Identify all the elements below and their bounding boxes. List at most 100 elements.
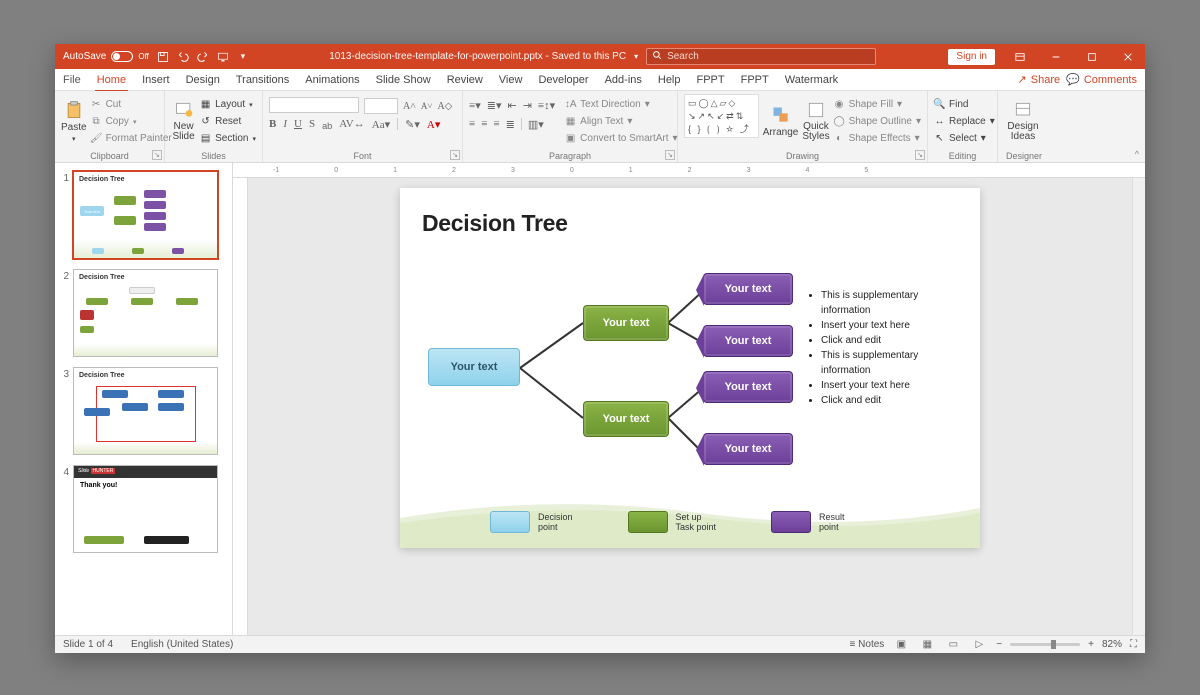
notes-button[interactable]: ≡ Notes	[850, 639, 885, 650]
search-input[interactable]	[667, 51, 870, 62]
text-direction-button[interactable]: ↕AText Direction ▾	[565, 97, 677, 112]
tab-file[interactable]: File	[55, 69, 89, 91]
sorter-view-icon[interactable]: ▦	[918, 638, 936, 652]
clear-formatting-icon[interactable]: A◇	[437, 101, 452, 112]
change-case-button[interactable]: Aa▾	[372, 118, 390, 131]
tree-green-node-1[interactable]: Your text	[583, 305, 669, 341]
slideshow-view-icon[interactable]: ▷	[970, 638, 988, 652]
minimize-icon[interactable]	[1039, 44, 1073, 69]
find-button[interactable]: 🔍Find	[934, 97, 995, 112]
quick-styles-button[interactable]: Quick Styles	[802, 94, 829, 148]
tree-purple-node-4[interactable]: Your text	[703, 433, 793, 465]
zoom-slider[interactable]	[1010, 643, 1080, 646]
tree-green-node-2[interactable]: Your text	[583, 401, 669, 437]
share-button[interactable]: ↗Share	[1018, 73, 1061, 86]
arrange-button[interactable]: Arrange	[763, 94, 799, 148]
align-center-icon[interactable]: ≡	[481, 118, 487, 130]
slide[interactable]: Decision Tree Your text Your text	[400, 188, 980, 548]
tab-watermark[interactable]: Watermark	[777, 69, 846, 91]
comments-button[interactable]: 💬Comments	[1066, 73, 1137, 86]
cut-button[interactable]: ✂Cut	[91, 97, 172, 112]
numbering-icon[interactable]: ≣▾	[487, 99, 502, 112]
char-spacing-button[interactable]: AV↔	[339, 118, 364, 130]
slide-canvas[interactable]: Decision Tree Your text Your text	[248, 178, 1132, 635]
shapes-gallery[interactable]: ▭◯△▱◇↘↗↖↙⇄⇅{ } ⟮ ⟯ ☆ ⤴	[684, 94, 759, 138]
align-right-icon[interactable]: ≡	[493, 118, 499, 130]
decrease-font-icon[interactable]: A˅	[421, 101, 433, 111]
font-family-dropdown[interactable]	[269, 97, 359, 113]
indent-right-icon[interactable]: ⇥	[523, 99, 532, 112]
layout-button[interactable]: ▦Layout ▾	[200, 97, 256, 112]
replace-button[interactable]: ↔Replace ▾	[934, 114, 995, 129]
italic-button[interactable]: I	[283, 118, 287, 130]
title-dropdown-icon[interactable]: ▾	[634, 52, 638, 61]
underline-button[interactable]: U	[294, 118, 302, 130]
tree-root-node[interactable]: Your text	[428, 348, 520, 386]
fit-to-window-icon[interactable]: ⛶	[1130, 639, 1137, 650]
tab-animations[interactable]: Animations	[297, 69, 367, 91]
vertical-scrollbar[interactable]	[1132, 178, 1145, 635]
section-button[interactable]: ▤Section ▾	[200, 131, 256, 146]
tab-view[interactable]: View	[491, 69, 531, 91]
zoom-percent[interactable]: 82%	[1102, 639, 1122, 650]
close-icon[interactable]	[1111, 44, 1145, 69]
thumbnail-slide-2[interactable]: Decision Tree	[73, 269, 218, 357]
tree-purple-node-2[interactable]: Your text	[703, 325, 793, 357]
shadow-button[interactable]: ab	[322, 117, 332, 131]
tab-review[interactable]: Review	[439, 69, 491, 91]
autosave-toggle[interactable]: AutoSave Off	[63, 51, 149, 62]
tab-home[interactable]: Home	[89, 69, 134, 91]
line-spacing-icon[interactable]: ≡↕▾	[538, 99, 555, 112]
slide-title[interactable]: Decision Tree	[422, 210, 568, 237]
clipboard-dialog-launcher[interactable]: ↘	[152, 150, 162, 160]
thumbnail-slide-4[interactable]: Slide HUNTER Thank you!	[73, 465, 218, 553]
font-dialog-launcher[interactable]: ↘	[450, 150, 460, 160]
search-box[interactable]	[646, 48, 876, 65]
redo-icon[interactable]	[197, 51, 209, 63]
paste-button[interactable]: Paste ▾	[61, 94, 87, 148]
strikethrough-button[interactable]: S	[309, 118, 315, 130]
format-painter-button[interactable]: 🖌Format Painter	[91, 131, 172, 146]
bold-button[interactable]: B	[269, 118, 276, 130]
slide-thumbnails-panel[interactable]: 1 Decision Tree Your text 2	[55, 163, 233, 635]
save-icon[interactable]	[157, 51, 169, 63]
thumbnail-slide-1[interactable]: Decision Tree Your text	[73, 171, 218, 259]
zoom-out-icon[interactable]: −	[996, 639, 1002, 650]
align-text-button[interactable]: ▦Align Text ▾	[565, 114, 677, 129]
tab-help[interactable]: Help	[650, 69, 689, 91]
slide-counter[interactable]: Slide 1 of 4	[63, 639, 113, 650]
tree-purple-node-3[interactable]: Your text	[703, 371, 793, 403]
copy-button[interactable]: ⧉Copy ▾	[91, 114, 172, 129]
reading-view-icon[interactable]: ▭	[944, 638, 962, 652]
new-slide-button[interactable]: New Slide	[171, 94, 196, 148]
increase-font-icon[interactable]: A˄	[403, 101, 416, 112]
qat-dropdown-icon[interactable]: ▾	[237, 51, 249, 63]
convert-smartart-button[interactable]: ▣Convert to SmartArt ▾	[565, 131, 677, 146]
bullets-icon[interactable]: ≡▾	[469, 99, 481, 112]
zoom-in-icon[interactable]: +	[1088, 639, 1094, 650]
ribbon-display-icon[interactable]	[1003, 44, 1037, 69]
normal-view-icon[interactable]: ▣	[892, 638, 910, 652]
indent-left-icon[interactable]: ⇤	[507, 99, 516, 112]
justify-icon[interactable]: ≣	[506, 118, 515, 131]
tab-design[interactable]: Design	[178, 69, 228, 91]
shape-effects-button[interactable]: ◐Shape Effects ▾	[834, 131, 921, 146]
font-color-button[interactable]: A▾	[427, 118, 440, 131]
font-size-dropdown[interactable]	[364, 98, 398, 114]
columns-icon[interactable]: ▥▾	[528, 118, 544, 131]
tab-transitions[interactable]: Transitions	[228, 69, 297, 91]
drawing-dialog-launcher[interactable]: ↘	[915, 150, 925, 160]
sign-in-button[interactable]: Sign in	[948, 49, 995, 65]
language-status[interactable]: English (United States)	[131, 639, 233, 650]
align-left-icon[interactable]: ≡	[469, 118, 475, 130]
reset-button[interactable]: ↺Reset	[200, 114, 256, 129]
maximize-icon[interactable]	[1075, 44, 1109, 69]
from-beginning-icon[interactable]	[217, 51, 229, 63]
tab-slideshow[interactable]: Slide Show	[368, 69, 439, 91]
tab-fppt2[interactable]: FPPT	[733, 69, 777, 91]
paragraph-dialog-launcher[interactable]: ↘	[665, 150, 675, 160]
shape-fill-button[interactable]: ◉Shape Fill ▾	[834, 97, 921, 112]
tab-addins[interactable]: Add-ins	[597, 69, 650, 91]
tab-fppt[interactable]: FPPT	[689, 69, 733, 91]
highlight-icon[interactable]: ✎▾	[405, 118, 420, 131]
